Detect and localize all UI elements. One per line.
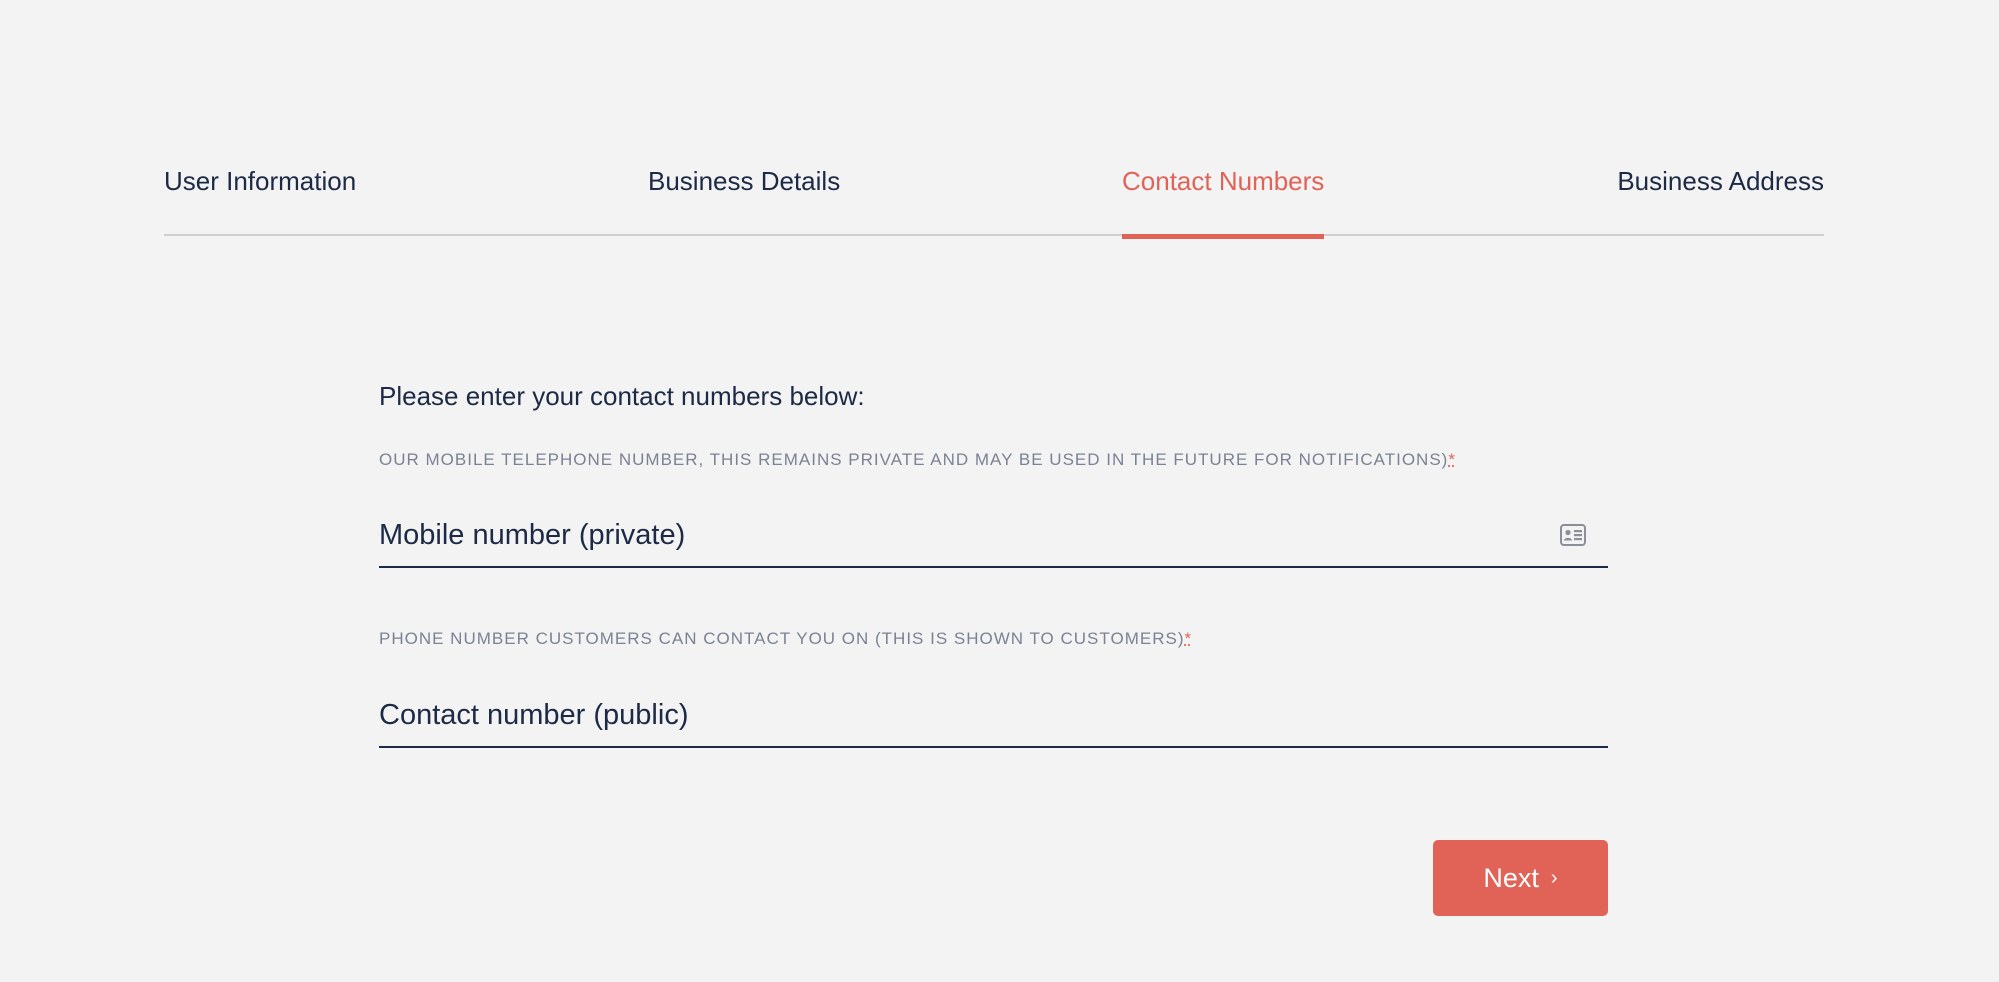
mobile-number-field [379, 504, 1608, 568]
chevron-right-icon: › [1550, 867, 1558, 889]
contact-numbers-form: Please enter your contact numbers below:… [379, 374, 1608, 748]
tab-user-information[interactable]: User Information [164, 160, 356, 236]
contact-number-label-text: PHONE NUMBER CUSTOMERS CAN CONTACT YOU O… [379, 629, 1185, 648]
tab-contact-numbers[interactable]: Contact Numbers [1122, 160, 1325, 239]
next-button[interactable]: Next › [1433, 840, 1608, 916]
step-tabs: User Information Business Details Contac… [164, 160, 1824, 239]
mobile-number-label-text: OUR MOBILE TELEPHONE NUMBER, THIS REMAIN… [379, 450, 1449, 469]
tab-business-details[interactable]: Business Details [648, 160, 840, 236]
required-marker: * [1184, 629, 1193, 648]
page: User Information Business Details Contac… [0, 0, 1999, 982]
next-button-label: Next [1483, 862, 1539, 893]
mobile-number-input[interactable] [379, 504, 1608, 566]
required-marker: * [1448, 450, 1456, 469]
contact-card-icon[interactable] [1560, 524, 1586, 546]
tab-business-address[interactable]: Business Address [1617, 160, 1824, 236]
contact-number-label: PHONE NUMBER CUSTOMERS CAN CONTACT YOU O… [379, 627, 1192, 651]
mobile-number-label: OUR MOBILE TELEPHONE NUMBER, THIS REMAIN… [379, 448, 1456, 472]
contact-number-field [379, 684, 1608, 748]
form-intro: Please enter your contact numbers below: [379, 381, 865, 411]
contact-number-input[interactable] [379, 684, 1608, 746]
